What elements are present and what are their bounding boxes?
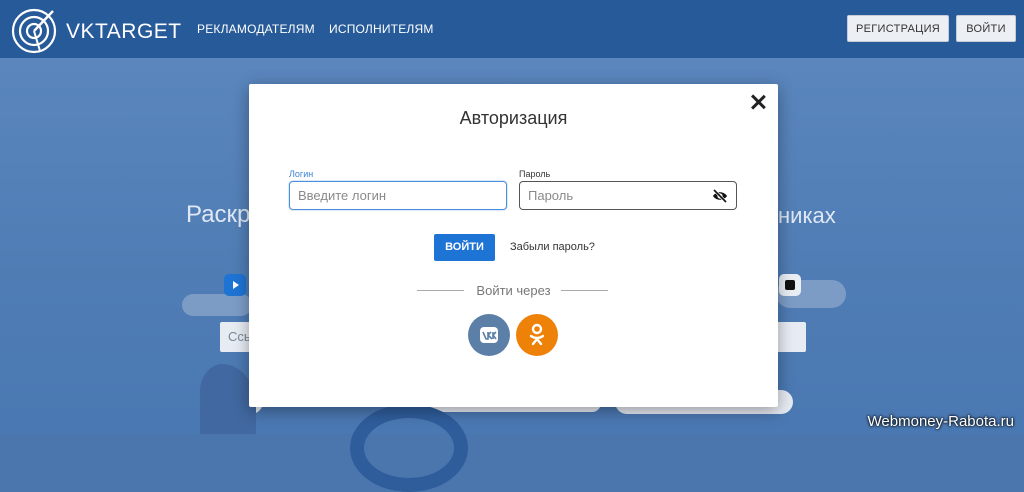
forgot-password-link[interactable]: Забыли пароль? xyxy=(510,241,595,253)
header-login-button[interactable]: ВОЙТИ xyxy=(956,15,1016,42)
youtube-icon xyxy=(224,274,246,296)
nav-advertisers[interactable]: РЕКЛАМОДАТЕЛЯМ xyxy=(197,22,315,36)
register-button[interactable]: РЕГИСТРАЦИЯ xyxy=(847,15,949,42)
logo-text[interactable]: VKTARGET xyxy=(66,20,182,44)
login-label: Логин xyxy=(289,169,314,179)
tiktok-icon xyxy=(779,274,801,296)
login-input[interactable] xyxy=(289,181,507,210)
target-decoration xyxy=(350,404,468,492)
ok-login-button[interactable] xyxy=(516,314,558,356)
vk-login-button[interactable] xyxy=(468,314,510,356)
hero-heading-right: никах xyxy=(778,203,836,228)
password-input[interactable] xyxy=(519,181,737,210)
divider-right xyxy=(561,290,608,291)
auth-modal: Авторизация Логин Пароль ВОЙТИ Забыли па… xyxy=(249,84,778,407)
watermark: Webmoney-Rabota.ru xyxy=(867,413,1014,430)
vk-icon xyxy=(480,327,498,343)
password-label: Пароль xyxy=(519,169,551,179)
submit-login-button[interactable]: ВОЙТИ xyxy=(434,234,495,261)
target-logo-icon[interactable] xyxy=(10,7,58,55)
top-header: VKTARGET РЕКЛАМОДАТЕЛЯМ ИСПОЛНИТЕЛЯМ РЕГ… xyxy=(0,0,1024,58)
bg-link-input: Ссь xyxy=(220,322,251,352)
odnoklassniki-icon xyxy=(529,323,545,346)
cloud-decoration xyxy=(182,294,252,316)
nav-performers[interactable]: ИСПОЛНИТЕЛЯМ xyxy=(329,22,434,36)
close-icon[interactable] xyxy=(748,92,768,112)
modal-title: Авторизация xyxy=(459,108,568,128)
hero-heading-left: Раскр xyxy=(186,201,251,228)
bg-input-right xyxy=(776,322,806,352)
login-via-label: Войти через xyxy=(476,283,551,298)
eye-off-icon[interactable] xyxy=(712,188,728,204)
rocket-decoration xyxy=(200,364,256,434)
